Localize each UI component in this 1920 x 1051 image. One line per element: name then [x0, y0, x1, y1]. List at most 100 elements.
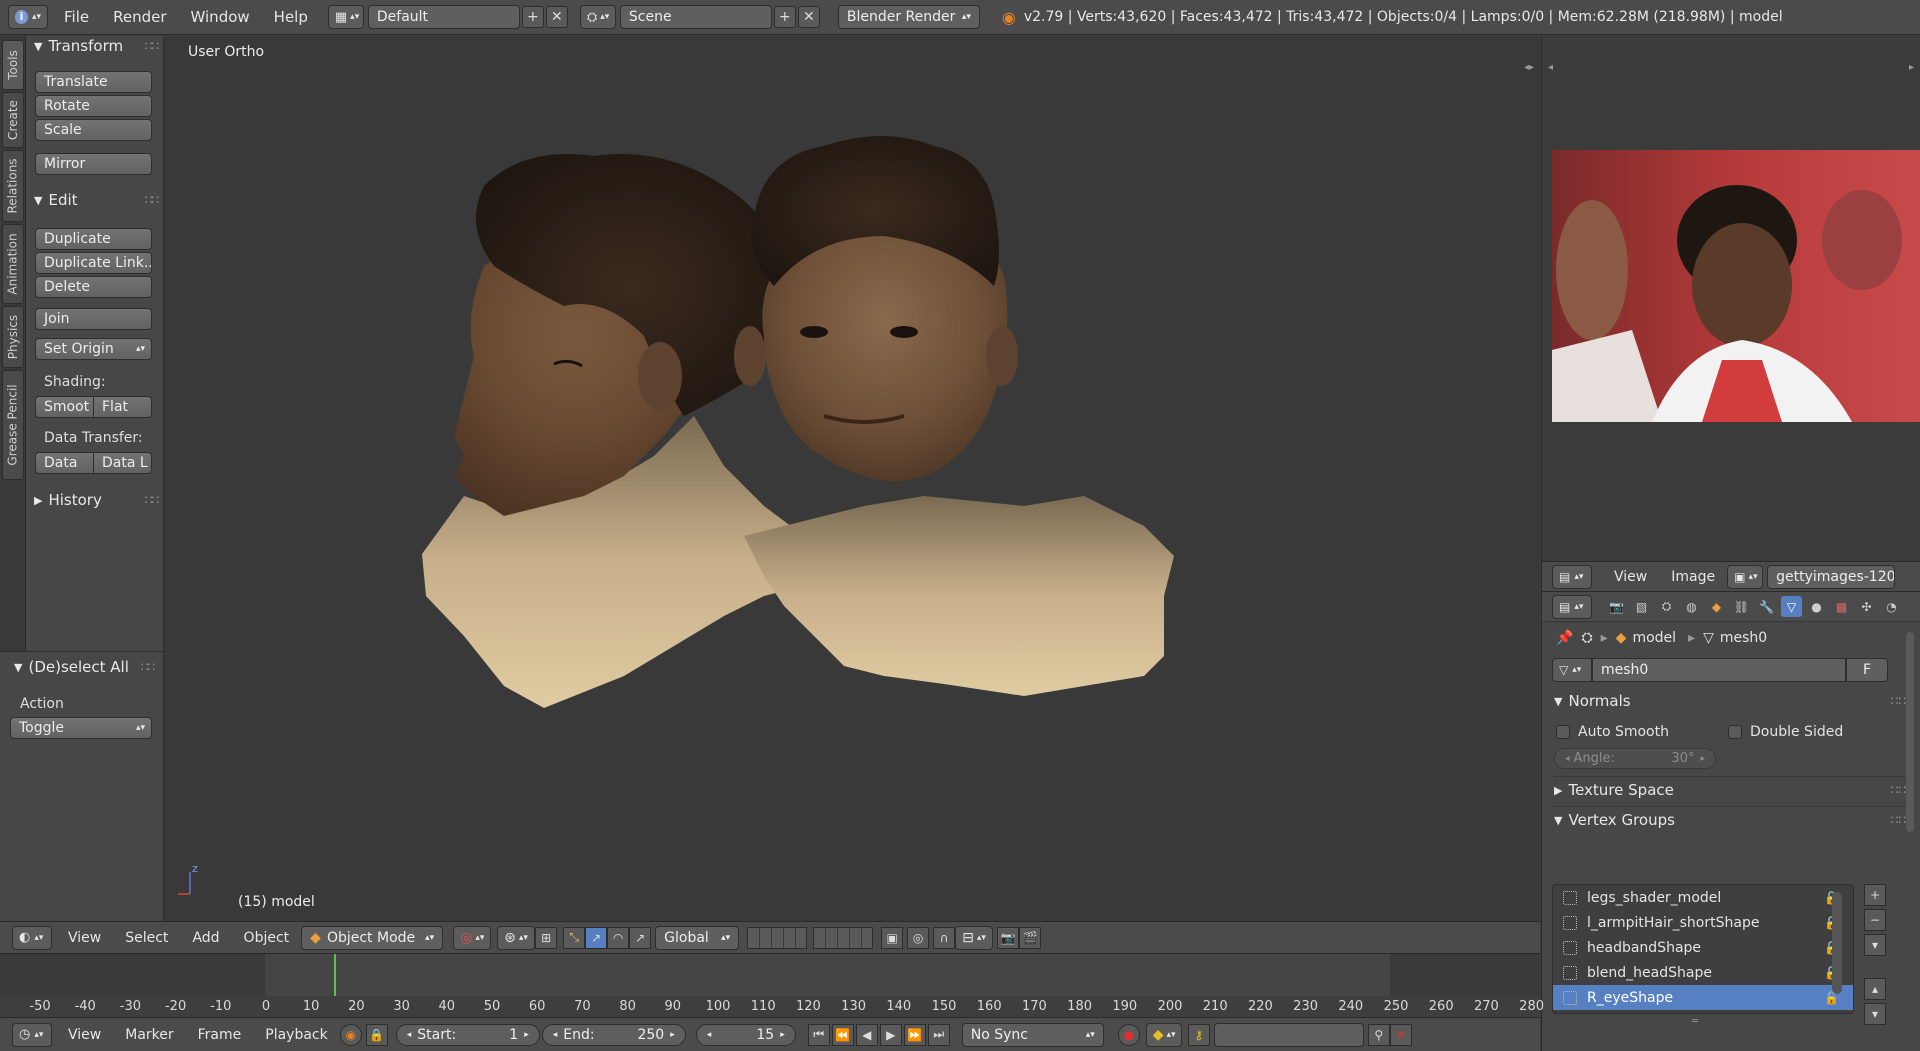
tab-relations[interactable]: Relations [2, 150, 24, 222]
current-frame-field[interactable]: ◂ 15 ▸ [695, 1023, 796, 1046]
preview-range-button[interactable]: ◉ [339, 1023, 362, 1046]
start-frame-field[interactable]: ◂ Start: 1 ▸ [395, 1023, 540, 1046]
add-layout-button[interactable]: + [521, 6, 544, 28]
add-vertex-group-button[interactable]: + [1864, 884, 1886, 906]
interaction-mode-dropdown[interactable]: ◆ Object Mode ▴▾ [301, 925, 444, 950]
menu-object[interactable]: Object [244, 930, 290, 946]
menu-view[interactable]: View [1614, 569, 1647, 585]
particles-tab-icon[interactable]: ✣ [1856, 596, 1877, 617]
editor-type-properties-button[interactable]: ▤ ▴▾ [1552, 594, 1592, 619]
image-browse-button[interactable]: ▣ ▴▾ [1727, 564, 1764, 589]
editor-type-info-button[interactable]: i ▴▾ [8, 5, 48, 29]
layout-browse-button[interactable]: ▦ ▴▾ [327, 5, 364, 29]
menu-view[interactable]: View [68, 930, 101, 946]
texture-tab-icon[interactable]: ▩ [1831, 596, 1852, 617]
render-animation-button[interactable]: 🎬 [1019, 926, 1042, 949]
editor-type-3d-view-button[interactable]: ◐ ▴▾ [12, 925, 52, 950]
tab-grease-pencil[interactable]: Grease Pencil [2, 370, 24, 480]
head-models-render[interactable]: z [164, 36, 1540, 921]
delete-button[interactable]: Delete [35, 276, 152, 298]
move-up-button[interactable]: ▴ [1864, 978, 1886, 1000]
sync-mode-dropdown[interactable]: No Sync ▴▾ [961, 1022, 1104, 1047]
mesh-data-tab-icon[interactable]: ▽ [1781, 596, 1802, 617]
tab-physics[interactable]: Physics [2, 306, 24, 368]
menu-render[interactable]: Render [113, 8, 166, 26]
physics-tab-icon[interactable]: ◔ [1881, 596, 1902, 617]
timeline-editor[interactable]: -50 -40 -30 -20 -10 0 10 20 30 40 50 60 70 80 90 100 110… [0, 954, 1544, 1017]
constraints-tab-icon[interactable]: ⛓ [1731, 596, 1752, 617]
pin-icon[interactable]: 📌 [1556, 630, 1573, 646]
keying-set-field[interactable] [1213, 1022, 1364, 1047]
auto-smooth-checkbox[interactable]: Auto Smooth [1556, 724, 1669, 740]
scene-tab-icon[interactable]: ⛭ [1656, 596, 1677, 617]
remove-vertex-group-button[interactable]: − [1864, 909, 1886, 931]
tab-animation[interactable]: Animation [2, 224, 24, 304]
translate-manipulator-button[interactable]: ⤡ [563, 926, 586, 949]
editor-split-handle-icon[interactable]: ◂ [1548, 62, 1553, 73]
jump-end-button[interactable]: ⏭ [927, 1023, 950, 1046]
play-button[interactable]: ▶ [879, 1023, 902, 1046]
mirror-button[interactable]: Mirror [35, 153, 152, 175]
current-frame-indicator[interactable] [333, 954, 336, 996]
move-down-button[interactable]: ▾ [1864, 1003, 1886, 1025]
menu-playback[interactable]: Playback [265, 1027, 327, 1043]
delete-scene-button[interactable]: ✕ [797, 6, 820, 28]
lock-camera-button[interactable]: ▣ [881, 926, 904, 949]
drag-grip-icon[interactable]: ∷∷ [145, 193, 159, 207]
transform-orientation-dropdown[interactable]: Global ▴▾ [655, 925, 740, 950]
scene-browse-button[interactable]: ⛭ ▴▾ [579, 5, 616, 29]
tab-tools[interactable]: Tools [2, 40, 24, 90]
snap-element-dropdown[interactable]: ⊟ ▴▾ [955, 925, 994, 950]
action-dropdown[interactable]: Toggle ▴▾ [10, 717, 152, 739]
shade-smooth-button[interactable]: Smoot [35, 396, 94, 418]
layout-name-field[interactable]: Default [367, 5, 520, 29]
double-sided-checkbox[interactable]: Double Sided [1728, 724, 1843, 740]
delete-keyframe-button[interactable]: ✕ [1389, 1023, 1412, 1046]
insert-keyframe-button[interactable]: ⚲ [1367, 1023, 1390, 1046]
operator-panel-header[interactable]: ▼ (De)select All ∷∷ [14, 658, 155, 676]
object-tab-icon[interactable]: ◆ [1706, 596, 1727, 617]
jump-start-button[interactable]: ⏮ [807, 1023, 830, 1046]
scale-button[interactable]: Scale [35, 119, 152, 141]
frame-ruler[interactable]: -50 -40 -30 -20 -10 0 10 20 30 40 50 60 70 80 90 100 110… [0, 996, 1544, 1017]
vertex-group-item[interactable]: legs_shader_model🔓 [1553, 885, 1853, 910]
rotate-button[interactable]: Rotate [35, 95, 152, 117]
menu-frame[interactable]: Frame [198, 1027, 242, 1043]
world-tab-icon[interactable]: ◍ [1681, 596, 1702, 617]
rotate-manipulator-button[interactable]: ↗ [585, 926, 608, 949]
texture-space-panel-header[interactable]: ▶ Texture Space ∷∷ [1554, 776, 1906, 799]
vertex-group-item[interactable]: headbandShape🔓 [1553, 935, 1853, 960]
menu-select[interactable]: Select [125, 930, 168, 946]
menu-marker[interactable]: Marker [125, 1027, 173, 1043]
keying-mode-dropdown[interactable]: ◆ ▴▾ [1145, 1022, 1182, 1047]
3d-viewport[interactable]: User Ortho z (15) model ◂▸ [164, 36, 1540, 921]
arc-manipulator-button[interactable]: ◠ [607, 926, 630, 949]
viewport-split-handle-icon[interactable]: ◂▸ [1524, 62, 1534, 73]
modifiers-tab-icon[interactable]: 🔧 [1756, 596, 1777, 617]
properties-scrollbar[interactable] [1906, 632, 1914, 832]
transform-panel-header[interactable]: ▼ Transform ∷∷ [34, 37, 159, 55]
menu-add[interactable]: Add [192, 930, 219, 946]
vertex-group-item[interactable]: blend_headShape🔓 [1553, 960, 1853, 985]
join-button[interactable]: Join [35, 308, 152, 330]
menu-image[interactable]: Image [1671, 569, 1715, 585]
play-reverse-button[interactable]: ◀ [855, 1023, 878, 1046]
editor-type-image-button[interactable]: ▤ ▴▾ [1552, 564, 1592, 589]
data-transfer-button[interactable]: Data [35, 452, 94, 474]
tab-create[interactable]: Create [2, 92, 24, 148]
drag-grip-icon[interactable]: ∷∷ [145, 39, 159, 53]
angle-slider[interactable]: ◂ Angle: 30° ▸ [1554, 748, 1716, 769]
list-scrollbar[interactable] [1832, 892, 1842, 994]
edit-panel-header[interactable]: ▼ Edit ∷∷ [34, 191, 159, 209]
vertex-group-item[interactable]: R_eyeShape 🔓 [1553, 985, 1853, 1010]
layers-group-1[interactable] [747, 926, 808, 949]
delete-layout-button[interactable]: ✕ [545, 6, 568, 28]
snap-toggle-button[interactable]: ∩ [933, 926, 956, 949]
render-engine-dropdown[interactable]: Blender Render ▴▾ [837, 5, 980, 29]
translate-button[interactable]: Translate [35, 71, 152, 93]
render-tab-icon[interactable]: 📷 [1606, 596, 1627, 617]
list-resize-handle-icon[interactable]: ═ [1692, 1016, 1698, 1027]
fake-user-button[interactable]: F [1846, 658, 1888, 682]
drag-grip-icon[interactable]: ∷∷ [1891, 813, 1906, 827]
keying-set-button[interactable]: ⚷ [1187, 1023, 1210, 1046]
